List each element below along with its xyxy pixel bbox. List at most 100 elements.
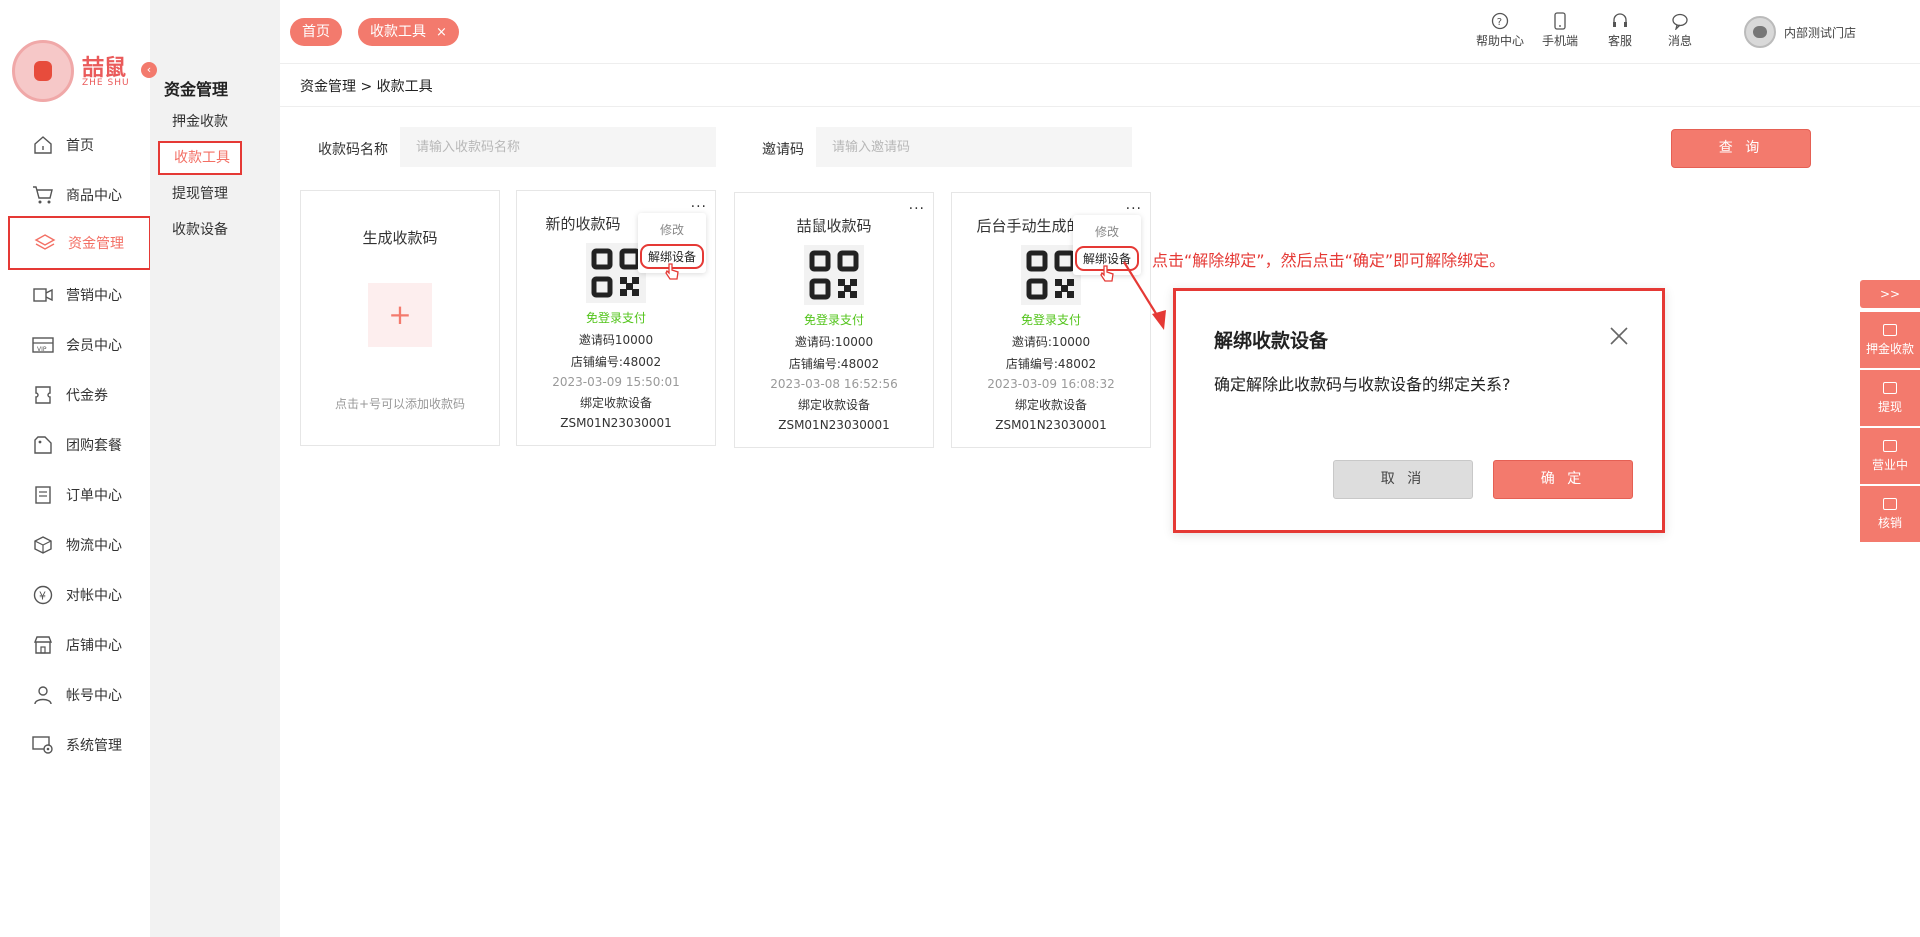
- quick-action-bar: >> 押金收款 提现 营业中 核销: [1860, 280, 1920, 544]
- deposit-icon: [1883, 324, 1897, 336]
- nav-label: 首页: [66, 138, 94, 154]
- add-card-hint: 点击+号可以添加收款码: [334, 397, 466, 411]
- nav-label: 系统管理: [66, 738, 122, 754]
- qr-code-icon: [804, 245, 864, 305]
- svg-text:?: ?: [1497, 17, 1502, 28]
- more-options-icon[interactable]: ...: [691, 195, 707, 211]
- submenu-item-payment-tools[interactable]: 收款工具: [158, 141, 242, 175]
- payment-code-card: ... 喆鼠收款码 免登录支付 邀请码:10000 店铺编号:48002 202…: [734, 192, 934, 448]
- bind-device-label: 绑定收款设备: [1014, 398, 1087, 412]
- add-code-button[interactable]: +: [368, 283, 432, 347]
- bind-device-label: 绑定收款设备: [797, 398, 870, 412]
- settings-icon: [30, 734, 56, 756]
- code-name-input[interactable]: [400, 127, 716, 167]
- nav-item-accounts[interactable]: 帐号中心: [8, 670, 151, 720]
- nav-item-members[interactable]: VIP 会员中心: [8, 320, 151, 370]
- nav-item-home[interactable]: 首页: [8, 120, 151, 170]
- main-sidebar: 喆鼠 ZHE SHU 首页 商品中心 资金管理 营销中心 VIP 会员中心 代金…: [0, 0, 151, 937]
- quick-withdraw[interactable]: 提现: [1860, 370, 1920, 428]
- vip-card-icon: VIP: [30, 334, 56, 356]
- invite-code: 邀请码:10000: [1011, 335, 1091, 349]
- cancel-button[interactable]: 取 消: [1333, 460, 1473, 499]
- created-time: 2023-03-09 16:08:32: [987, 377, 1115, 391]
- no-login-pay-label: 免登录支付: [585, 311, 646, 325]
- chat-icon: [1672, 13, 1688, 30]
- add-card-title: 生成收款码: [362, 229, 438, 247]
- business-icon: [1883, 440, 1897, 452]
- layers-icon: [32, 232, 58, 254]
- messages-label: 消息: [1667, 34, 1692, 48]
- help-center[interactable]: ? 帮助中心: [1470, 12, 1530, 49]
- more-options-icon[interactable]: ...: [909, 197, 925, 213]
- service-label: 客服: [1607, 34, 1632, 48]
- nav-label: 商品中心: [66, 188, 122, 204]
- cart-icon: [30, 184, 56, 206]
- svg-text:¥: ¥: [39, 590, 46, 603]
- store-number: 店铺编号:48002: [788, 357, 880, 371]
- yen-icon: ¥: [30, 584, 56, 606]
- bind-device-label: 绑定收款设备: [579, 396, 652, 410]
- nav-item-logistics[interactable]: 物流中心: [8, 520, 151, 570]
- nav-item-coupons[interactable]: 代金券: [8, 370, 151, 420]
- help-label: 帮助中心: [1475, 34, 1524, 48]
- submenu: 资金管理 押金收款 收款工具 提现管理 收款设备: [150, 0, 280, 937]
- nav-item-reconciliation[interactable]: ¥ 对帐中心: [8, 570, 151, 620]
- code-name-label: 收款码名称: [318, 142, 388, 158]
- quick-verify[interactable]: 核销: [1860, 486, 1920, 544]
- headset-icon: [1613, 13, 1627, 27]
- close-icon[interactable]: [1608, 325, 1630, 347]
- submenu-item-withdraw[interactable]: 提现管理: [158, 179, 242, 213]
- tab-payment-tools[interactable]: 收款工具 ×: [358, 18, 459, 46]
- device-number: ZSM01N23030001: [560, 416, 672, 430]
- nav-item-finance[interactable]: 资金管理: [8, 216, 151, 270]
- customer-service[interactable]: 客服: [1590, 12, 1650, 49]
- phone-icon: [1554, 12, 1566, 30]
- nav-item-products[interactable]: 商品中心: [8, 170, 151, 220]
- store-icon: [30, 634, 56, 656]
- payment-code-card: ... 新的收款码 免登录支付 邀请码10000 店铺编号:48002 2023…: [516, 190, 716, 446]
- brand-logo: 喆鼠 ZHE SHU: [12, 36, 132, 106]
- order-icon: [30, 484, 56, 506]
- expand-button[interactable]: >>: [1860, 280, 1920, 308]
- collapse-sidebar-icon[interactable]: ‹: [141, 62, 157, 78]
- top-bar: 首页 收款工具 × ? 帮助中心 手机端 客服 消息 内部测试门店: [280, 0, 1920, 64]
- invite-code-input[interactable]: [816, 127, 1132, 167]
- confirm-button[interactable]: 确 定: [1493, 460, 1633, 499]
- quick-business-status[interactable]: 营业中: [1860, 428, 1920, 486]
- verify-icon: [1883, 498, 1897, 510]
- close-tab-icon[interactable]: ×: [436, 25, 447, 40]
- tab-label: 首页: [302, 24, 330, 40]
- unbind-dialog: 解绑收款设备 确定解除此收款码与收款设备的绑定关系? 取 消 确 定: [1173, 288, 1665, 533]
- nav-label: 资金管理: [68, 236, 124, 252]
- divider: [280, 106, 1920, 107]
- nav-label: 订单中心: [66, 488, 122, 504]
- tab-home[interactable]: 首页: [290, 18, 342, 46]
- nav-item-system[interactable]: 系统管理: [8, 720, 151, 770]
- add-code-card: 生成收款码 + 点击+号可以添加收款码: [300, 190, 500, 446]
- avatar: [1743, 16, 1776, 48]
- annotation-arrow-icon: [1123, 261, 1166, 330]
- nav-item-orders[interactable]: 订单中心: [8, 470, 151, 520]
- nav-item-marketing[interactable]: 营销中心: [8, 270, 151, 320]
- quick-label: 提现: [1877, 400, 1902, 414]
- more-options-icon[interactable]: ...: [1126, 197, 1142, 213]
- coupon-icon: [30, 384, 56, 406]
- submenu-item-deposit[interactable]: 押金收款: [158, 107, 242, 141]
- help-icon: ?: [1491, 12, 1509, 30]
- query-button[interactable]: 查 询: [1671, 129, 1811, 168]
- nav-item-group-buy[interactable]: 团购套餐: [8, 420, 151, 470]
- device-number: ZSM01N23030001: [995, 418, 1107, 432]
- mobile-app[interactable]: 手机端: [1530, 12, 1590, 49]
- submenu-item-devices[interactable]: 收款设备: [158, 215, 242, 249]
- quick-deposit[interactable]: 押金收款: [1860, 312, 1920, 370]
- quick-label: 核销: [1877, 516, 1902, 530]
- invite-code-label: 邀请码: [762, 142, 804, 158]
- edit-option[interactable]: 修改: [638, 213, 706, 244]
- user-menu[interactable]: 内部测试门店: [1743, 16, 1856, 48]
- messages[interactable]: 消息: [1650, 12, 1710, 49]
- nav-item-stores[interactable]: 店铺中心: [8, 620, 151, 670]
- nav-label: 代金券: [66, 388, 108, 404]
- edit-option[interactable]: 修改: [1073, 215, 1141, 246]
- home-icon: [30, 134, 56, 156]
- nav-label: 会员中心: [66, 338, 122, 354]
